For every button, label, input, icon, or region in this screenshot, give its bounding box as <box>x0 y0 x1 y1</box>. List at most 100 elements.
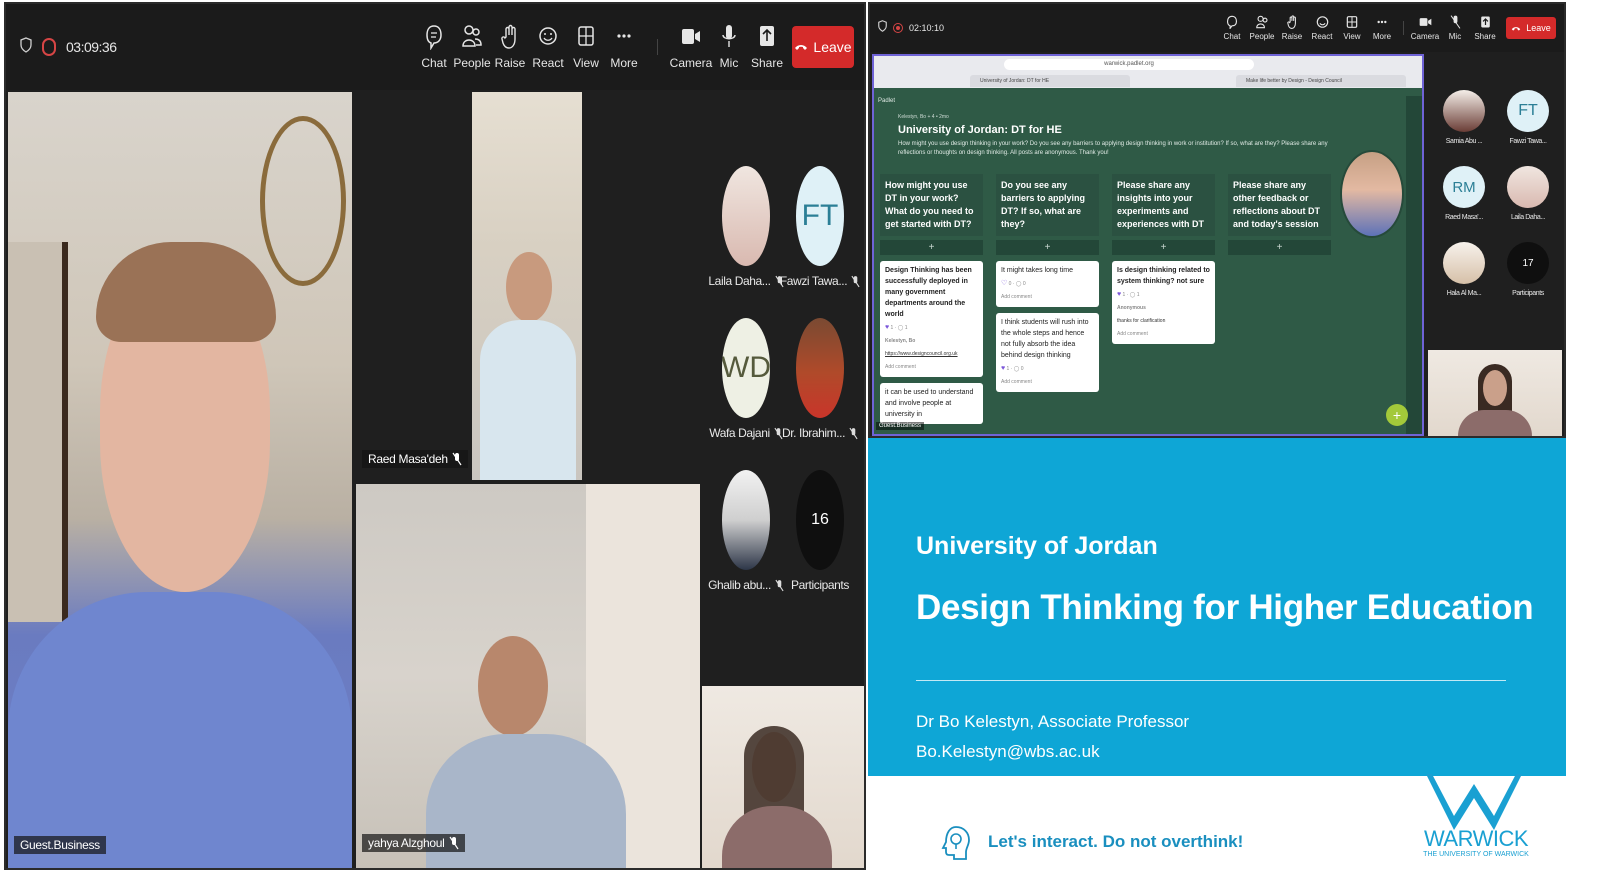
avatar: FT <box>796 166 844 266</box>
meeting-timer: 02:10:10 <box>909 23 945 33</box>
add-post-button[interactable]: + <box>996 240 1099 255</box>
video-tile-yahya[interactable]: yahya Alzghoul <box>356 484 700 868</box>
more-icon <box>617 34 631 38</box>
padlet-sidebar <box>1406 96 1422 434</box>
padlet-column-1: How might you use DT in your work? What … <box>880 174 983 424</box>
avatar: RM <box>1443 166 1485 208</box>
video-tile-main-speaker[interactable]: Guest.Business <box>8 92 352 868</box>
participant-raed[interactable]: RM Raed Masa'... <box>1434 166 1494 221</box>
padlet-card[interactable]: It might takes long time ♡ 0 · ◯ 0 Add c… <box>996 261 1099 307</box>
participant-strip: Laila Daha... FT Fawzi Tawa... WD Wafa D… <box>702 92 864 686</box>
meeting-toolbar: 03:09:36 Chat People Raise React View Mo… <box>6 4 864 90</box>
grid-icon <box>578 26 594 46</box>
meeting-timer: 03:09:36 <box>66 39 117 55</box>
add-post-button[interactable]: + <box>1228 240 1331 255</box>
recording-icon <box>42 38 56 56</box>
participant-laila[interactable]: Laila Daha... <box>1498 166 1558 221</box>
leave-button[interactable]: Leave <box>1506 17 1556 39</box>
more-icon <box>1377 20 1387 24</box>
padlet-card[interactable]: Is design thinking related to system thi… <box>1112 261 1215 344</box>
padlet-card[interactable]: I think students will rush into the whol… <box>996 313 1099 392</box>
person-shirt <box>480 320 576 480</box>
person-body <box>1458 410 1532 436</box>
share-tag: Guest.Business <box>876 422 925 430</box>
logo-subtext: THE UNIVERSITY OF WARWICK <box>1423 851 1529 858</box>
raise-hand-button[interactable]: Raise <box>1277 9 1307 47</box>
avatar: FT <box>1507 90 1549 132</box>
shared-screen-padlet[interactable]: warwick.padlet.org University of Jordan:… <box>872 54 1424 436</box>
padlet-column-3: Please share any insights into your expe… <box>1112 174 1215 344</box>
toolbar-divider <box>1403 21 1404 35</box>
react-button[interactable]: React <box>1307 9 1337 47</box>
people-button[interactable]: People <box>1247 9 1277 47</box>
padlet-card[interactable]: Design Thinking has been successfully de… <box>880 261 983 377</box>
chat-button[interactable]: Chat <box>415 17 453 77</box>
self-view-tile[interactable] <box>1428 350 1562 436</box>
mic-off-icon <box>849 427 858 439</box>
phone-hangup-icon <box>795 45 808 50</box>
share-button[interactable]: Share <box>1470 9 1500 47</box>
leave-button[interactable]: Leave <box>792 26 854 68</box>
comment-icon[interactable]: ◯ <box>1016 281 1022 287</box>
mic-button[interactable]: Mic <box>710 17 748 77</box>
logo-text: WARWICK <box>1423 826 1529 851</box>
address-bar[interactable]: warwick.padlet.org <box>1004 59 1254 70</box>
heart-icon[interactable]: ♡ <box>1001 280 1007 287</box>
heart-icon[interactable]: ♥ <box>885 324 889 331</box>
slide-tagline: Let's interact. Do not overthink! <box>988 832 1244 851</box>
padlet-description: How might you use design thinking in you… <box>898 141 1328 156</box>
meeting-status: 03:09:36 <box>6 36 117 58</box>
more-button[interactable]: More <box>605 17 643 77</box>
share-icon <box>1480 16 1490 28</box>
participant-ibrahim[interactable]: Dr. Ibrahim... <box>782 318 858 440</box>
react-button[interactable]: React <box>529 17 567 77</box>
video-tile-raed[interactable]: Raed Masa'deh <box>356 92 700 480</box>
avatar <box>722 470 770 570</box>
participant-ghalib[interactable]: Ghalib abu... <box>708 470 784 592</box>
camera-button[interactable]: Camera <box>1410 9 1440 47</box>
chat-button[interactable]: Chat <box>1217 9 1247 47</box>
add-post-button[interactable]: + <box>1112 240 1215 255</box>
comment-icon[interactable]: ◯ <box>1130 292 1136 298</box>
comment-icon[interactable]: ◯ <box>898 325 904 331</box>
participant-hala[interactable]: Hala Al Ma... <box>1434 242 1494 297</box>
avatar <box>796 318 844 418</box>
raise-hand-button[interactable]: Raise <box>491 17 529 77</box>
participant-fawzi[interactable]: FT Fawzi Tawa... <box>1498 90 1558 145</box>
comment-icon[interactable]: ◯ <box>1014 366 1020 372</box>
participant-wafa[interactable]: WD Wafa Dajani <box>709 318 783 440</box>
avatar: WD <box>722 318 770 418</box>
participants-count-button[interactable]: 17 Participants <box>1498 242 1558 297</box>
person-head <box>506 252 552 322</box>
heart-icon[interactable]: ♥ <box>1117 291 1121 298</box>
meeting-toolbar: 02:10:10 Chat People Raise React View Mo… <box>870 4 1564 52</box>
mic-off-icon <box>449 836 459 850</box>
participants-count-button[interactable]: 16 Participants <box>788 470 852 592</box>
people-button[interactable]: People <box>453 17 491 77</box>
person-head <box>478 636 548 736</box>
self-view-tile[interactable] <box>702 686 864 868</box>
person-sweater <box>8 592 352 868</box>
more-button[interactable]: More <box>1367 9 1397 47</box>
view-button[interactable]: View <box>1337 9 1367 47</box>
camera-button[interactable]: Camera <box>670 17 712 77</box>
view-button[interactable]: View <box>567 17 605 77</box>
avatar: 16 <box>796 470 844 570</box>
participant-fawzi[interactable]: FT Fawzi Tawa... <box>780 166 860 288</box>
warwick-logo: WARWICK THE UNIVERSITY OF WARWICK <box>1414 774 1534 866</box>
mic-button[interactable]: Mic <box>1440 9 1470 47</box>
heart-icon[interactable]: ♥ <box>1001 365 1005 372</box>
video-frame <box>472 92 582 480</box>
participant-laila[interactable]: Laila Daha... <box>708 166 784 288</box>
padlet-card[interactable]: it can be used to understand and involve… <box>880 383 983 424</box>
browser-tab[interactable]: Make life better by Design - Design Coun… <box>1236 75 1406 87</box>
camera-icon <box>682 29 700 44</box>
share-button[interactable]: Share <box>748 17 786 77</box>
add-post-button[interactable]: + <box>880 240 983 255</box>
participant-samia[interactable]: Samia Abu ... <box>1434 90 1494 145</box>
browser-tab[interactable]: University of Jordan: DT for HE <box>970 75 1130 87</box>
browser-bar: warwick.padlet.org University of Jordan:… <box>874 56 1422 88</box>
shelf <box>8 242 68 622</box>
camera-icon <box>1419 18 1431 26</box>
add-post-fab[interactable]: + <box>1386 404 1408 426</box>
